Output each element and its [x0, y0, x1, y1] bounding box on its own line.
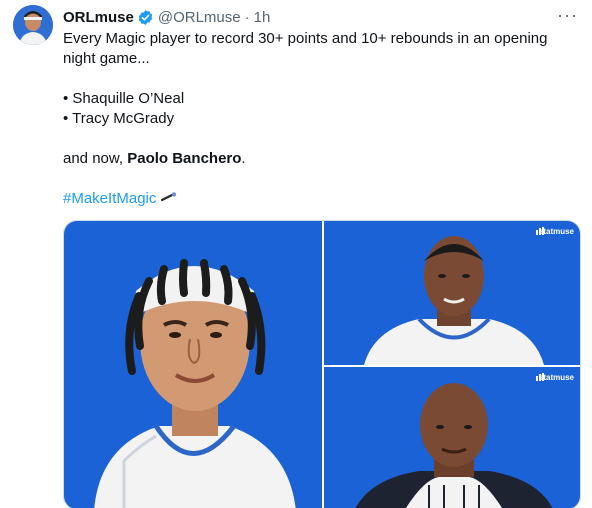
- mcgrady-illustration: [364, 236, 544, 365]
- hashtag-line: #MakeItMagic: [63, 189, 583, 209]
- text-line: and now, Paolo Banchero.: [63, 149, 583, 169]
- separator-dot: ·: [244, 8, 250, 26]
- avatar[interactable]: [13, 5, 53, 45]
- verified-badge-icon: [137, 9, 154, 26]
- hashtag-link[interactable]: #MakeItMagic: [63, 190, 156, 207]
- display-name[interactable]: ORLmuse: [63, 9, 134, 26]
- more-options-icon[interactable]: ···: [557, 5, 578, 26]
- handle[interactable]: @ORLmuse: [158, 9, 241, 26]
- tweet-header: ORLmuse @ORLmuse · 1h ···: [63, 5, 578, 27]
- tweet-text: Every Magic player to record 30+ points …: [63, 29, 583, 209]
- player-name: Paolo Banchero: [127, 150, 242, 167]
- and-now-text: and now,: [63, 150, 128, 167]
- oneal-illustration: [355, 383, 553, 508]
- list-item: • Shaquille O’Neal: [63, 90, 185, 107]
- media-image-mcgrady[interactable]: statmuse: [324, 221, 580, 365]
- media-grid[interactable]: statmuse statmuse: [63, 220, 581, 508]
- timestamp[interactable]: 1h: [254, 9, 271, 26]
- list-item: • Tracy McGrady: [63, 110, 175, 127]
- media-image-oneal[interactable]: statmuse: [324, 367, 580, 508]
- text-line: Every Magic player to record 30+ points …: [63, 30, 548, 47]
- media-image-banchero[interactable]: [64, 221, 322, 508]
- period: .: [241, 150, 246, 167]
- banchero-illustration: [94, 259, 296, 508]
- text-line: night game...: [63, 50, 150, 67]
- magic-wand-emoji-icon: [160, 189, 177, 209]
